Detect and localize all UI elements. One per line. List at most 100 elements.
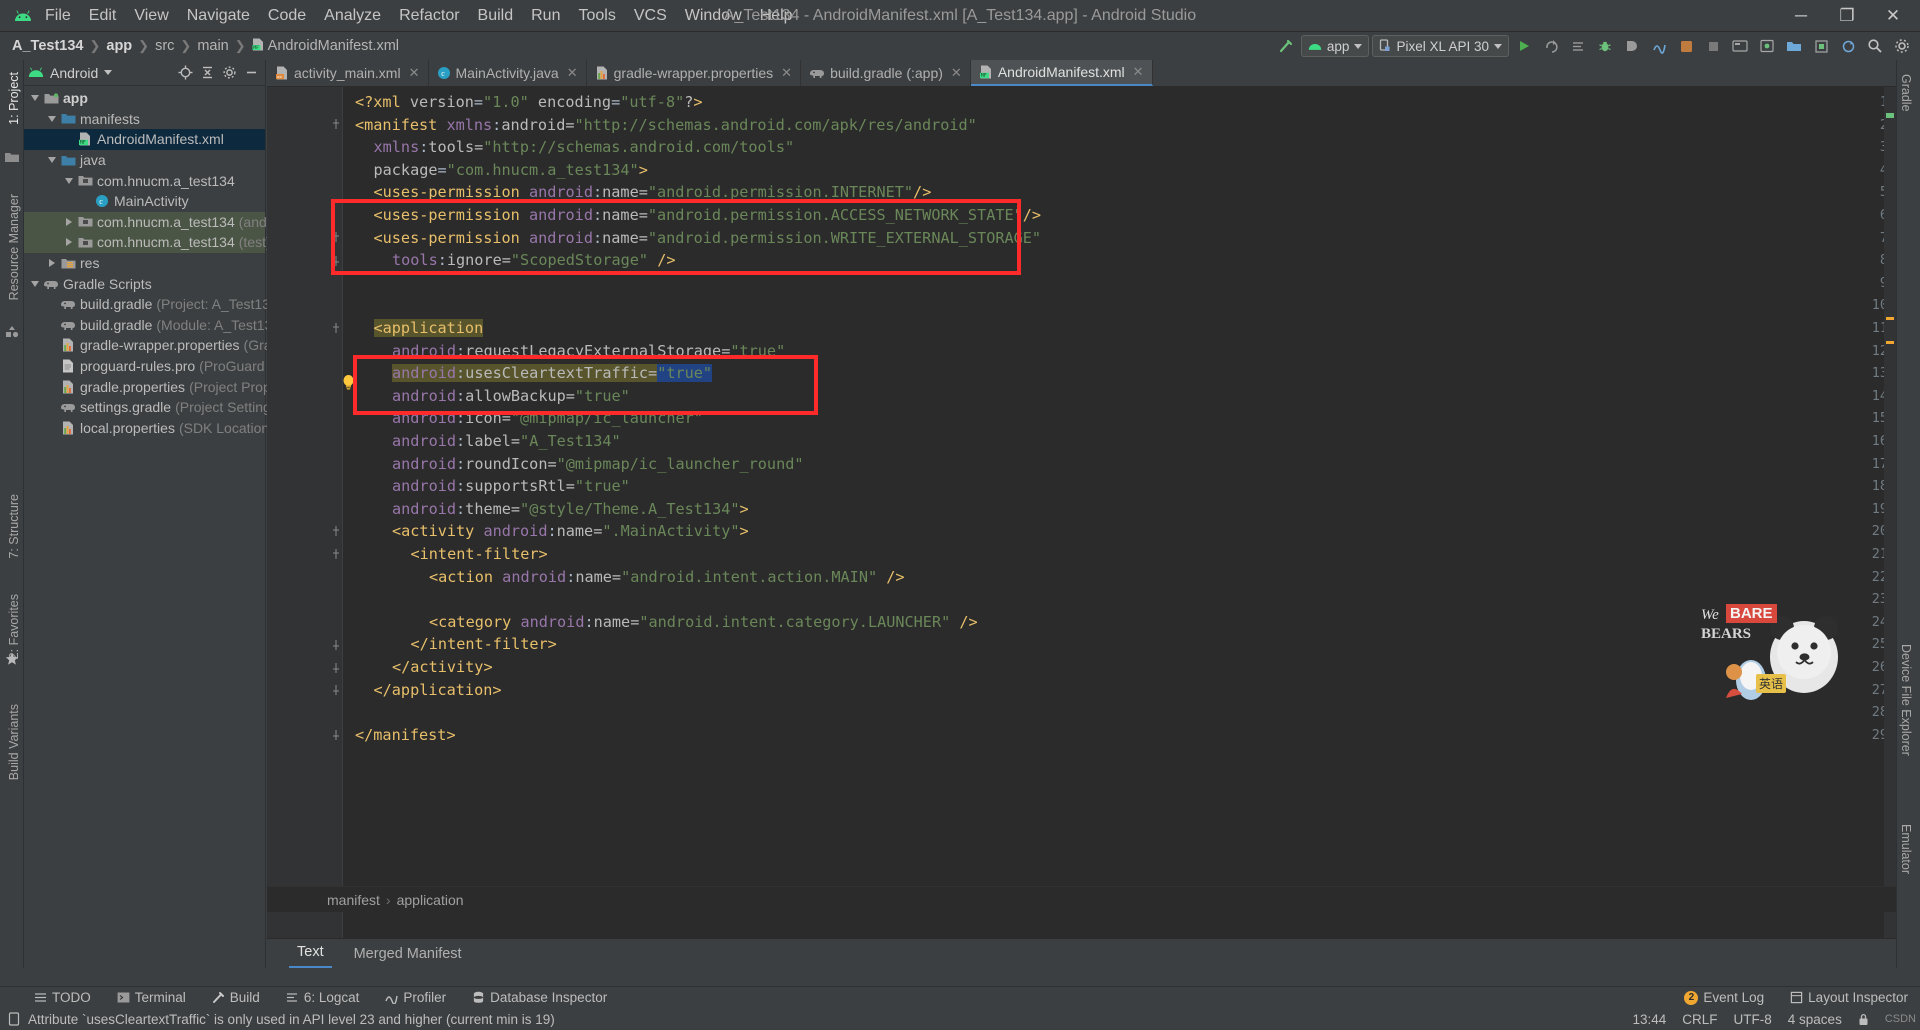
attach-debugger-icon[interactable] xyxy=(1620,34,1644,58)
tree-node-gradle-properties[interactable]: gradle.properties(Project Properties) xyxy=(24,376,265,397)
tree-node-mainactivity[interactable]: cMainActivity xyxy=(24,191,265,212)
breadcrumb-item-main[interactable]: main xyxy=(193,37,232,55)
code-line-29[interactable]: </manifest> xyxy=(355,724,456,747)
code-line-21[interactable]: <intent-filter> xyxy=(411,543,548,566)
menu-item-tools[interactable]: Tools xyxy=(569,4,624,28)
sdk-manager-icon[interactable] xyxy=(1728,34,1752,58)
chevron-right-icon[interactable] xyxy=(45,259,59,267)
tree-node-proguard-rules-pro[interactable]: proguard-rules.pro(ProGuard Rules for A_… xyxy=(24,356,265,377)
menu-item-code[interactable]: Code xyxy=(259,4,315,28)
project-view-selector[interactable]: Android xyxy=(28,65,112,81)
code-crumb-application[interactable]: application xyxy=(397,892,464,908)
breadcrumb-item-androidmanifest-xml[interactable]: MFAndroidManifest.xml xyxy=(248,37,403,56)
tool-window-profiler[interactable]: Profiler xyxy=(381,989,450,1006)
code-line-24[interactable]: <category android:name="android.intent.c… xyxy=(429,611,978,634)
tree-node-local-properties[interactable]: local.properties(SDK Location) xyxy=(24,418,265,439)
sync-gradle-icon[interactable] xyxy=(1836,34,1860,58)
code-line-11[interactable]: <application xyxy=(374,317,484,340)
code-line-14[interactable]: android:allowBackup="true" xyxy=(392,385,630,408)
chevron-right-icon[interactable] xyxy=(62,218,76,226)
editor-tab-build-gradle---app-[interactable]: build.gradle (:app)✕ xyxy=(801,60,971,86)
apply-changes-icon[interactable] xyxy=(1539,34,1563,58)
tool-window-terminal[interactable]: Terminal xyxy=(113,989,190,1006)
target-icon[interactable] xyxy=(175,63,195,83)
code-line-8[interactable]: tools:ignore="ScopedStorage" /> xyxy=(392,249,676,272)
stop-icon[interactable] xyxy=(1701,34,1725,58)
close-icon[interactable]: ✕ xyxy=(951,65,962,81)
event-log-button[interactable]: 2 Event Log xyxy=(1680,989,1768,1006)
menu-item-run[interactable]: Run xyxy=(522,4,569,28)
chevron-down-icon[interactable] xyxy=(62,178,76,184)
editor-tab-gradle-wrapper-properties[interactable]: gradle-wrapper.properties✕ xyxy=(587,60,801,86)
error-marker-lane[interactable] xyxy=(1884,87,1896,968)
editor-tab-mainactivity-java[interactable]: cMainActivity.java✕ xyxy=(429,60,587,86)
code-line-7[interactable]: <uses-permission android:name="android.p… xyxy=(374,227,1042,250)
code-editor[interactable]: 1234567891011121314151617181920212223242… xyxy=(267,87,1896,968)
tree-node-com-hnucm-a-test134[interactable]: com.hnucm.a_test134(test) xyxy=(24,232,265,253)
tab-merged-manifest[interactable]: Merged Manifest xyxy=(346,942,470,968)
run-configuration-selector[interactable]: app xyxy=(1301,35,1370,57)
layout-inspector-icon[interactable] xyxy=(1809,34,1833,58)
menu-item-view[interactable]: View xyxy=(125,4,177,28)
close-icon[interactable]: ✕ xyxy=(567,65,578,81)
close-icon[interactable]: ✕ xyxy=(409,65,420,81)
close-icon[interactable]: ✕ xyxy=(781,65,792,81)
code-line-15[interactable]: android:icon="@mipmap/ic_launcher" xyxy=(392,407,703,430)
menu-item-analyze[interactable]: Analyze xyxy=(315,4,390,28)
warning-marker[interactable] xyxy=(1886,317,1894,320)
tree-node-manifests[interactable]: manifests xyxy=(24,109,265,130)
run-icon[interactable] xyxy=(1512,34,1536,58)
chevron-down-icon[interactable] xyxy=(28,95,42,101)
menu-item-vcs[interactable]: VCS xyxy=(625,4,676,28)
tree-node-com-hnucm-a-test134[interactable]: com.hnucm.a_test134(androidTest) xyxy=(24,212,265,233)
hide-panel-icon[interactable] xyxy=(241,63,261,83)
warning-marker[interactable] xyxy=(1886,341,1894,344)
code-line-17[interactable]: android:roundIcon="@mipmap/ic_launcher_r… xyxy=(392,453,804,476)
tree-node-com-hnucm-a-test134[interactable]: com.hnucm.a_test134 xyxy=(24,170,265,191)
tree-node-res[interactable]: res xyxy=(24,253,265,274)
settings-gear-icon[interactable] xyxy=(219,63,239,83)
menu-item-window[interactable]: Window xyxy=(676,4,751,28)
build-hammer-icon[interactable] xyxy=(1274,34,1298,58)
code-line-1[interactable]: <?xml version="1.0" encoding="utf-8"?> xyxy=(355,91,703,114)
code-line-19[interactable]: android:theme="@style/Theme.A_Test134"> xyxy=(392,498,749,521)
device-file-explorer-icon[interactable] xyxy=(1782,34,1806,58)
code-line-3[interactable]: xmlns:tools="http://schemas.android.com/… xyxy=(374,136,795,159)
tool-tab-device-file-explorer[interactable]: Device File Explorer xyxy=(1895,640,1917,760)
fold-marker[interactable] xyxy=(330,661,342,673)
editor-tab-activity-main-xml[interactable]: <>activity_main.xml✕ xyxy=(267,60,429,86)
code-line-16[interactable]: android:label="A_Test134" xyxy=(392,430,621,453)
tree-node-java[interactable]: java xyxy=(24,150,265,171)
breadcrumb-item-app[interactable]: app xyxy=(102,37,136,55)
tool-tab-gradle[interactable]: Gradle xyxy=(1895,70,1917,116)
code-line-6[interactable]: <uses-permission android:name="android.p… xyxy=(374,204,1042,227)
fold-marker[interactable] xyxy=(330,729,342,741)
fold-marker[interactable] xyxy=(330,684,342,696)
menu-item-build[interactable]: Build xyxy=(469,4,523,28)
avd-manager-icon[interactable] xyxy=(1755,34,1779,58)
tool-window-build[interactable]: Build xyxy=(208,989,264,1006)
source-code[interactable]: <?xml version="1.0" encoding="utf-8"?><m… xyxy=(343,87,1896,968)
menu-item-edit[interactable]: Edit xyxy=(80,4,126,28)
editor-tab-androidmanifest-xml[interactable]: MFAndroidManifest.xml✕ xyxy=(971,60,1153,86)
code-line-4[interactable]: package="com.hnucm.a_test134"> xyxy=(374,159,648,182)
fold-marker[interactable] xyxy=(330,638,342,650)
tree-node-settings-gradle[interactable]: settings.gradle(Project Settings) xyxy=(24,397,265,418)
tab-text[interactable]: Text xyxy=(289,940,332,968)
menu-item-help[interactable]: Help xyxy=(751,4,802,28)
tool-window-todo[interactable]: TODO xyxy=(30,989,95,1006)
tool-tab-resource-manager[interactable]: Resource Manager xyxy=(3,190,25,304)
close-icon[interactable]: ✕ xyxy=(1133,64,1144,80)
fold-marker[interactable] xyxy=(330,119,342,131)
maximize-button[interactable]: ❐ xyxy=(1824,0,1870,32)
code-line-25[interactable]: </intent-filter> xyxy=(411,633,557,656)
settings-gear-icon[interactable] xyxy=(1890,34,1914,58)
code-line-13[interactable]: android:usesCleartextTraffic="true" xyxy=(392,362,712,385)
close-button[interactable]: ✕ xyxy=(1870,0,1916,32)
tree-node-build-gradle[interactable]: build.gradle(Module: A_Test134.app) xyxy=(24,315,265,336)
breadcrumb-item-a-test134[interactable]: A_Test134 xyxy=(8,37,87,55)
tool-tab-build-variants[interactable]: Build Variants xyxy=(3,700,25,784)
tool-tab-structure[interactable]: 7: Structure xyxy=(3,490,25,563)
indent-setting[interactable]: 4 spaces xyxy=(1788,1012,1842,1027)
tree-node-androidmanifest-xml[interactable]: MFAndroidManifest.xml xyxy=(24,129,265,150)
